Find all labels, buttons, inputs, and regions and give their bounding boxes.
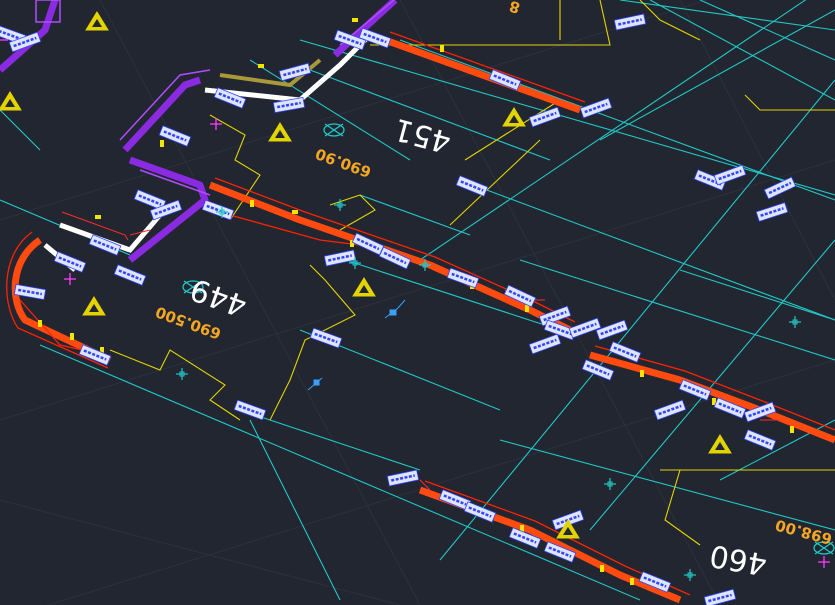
clipped-elevation-label: 8 (507, 0, 522, 17)
lot-label-449: 449 690.500 (153, 271, 252, 343)
cad-drawing-canvas[interactable]: 451 690.90 449 690.500 460 698.00 8 (0, 0, 835, 605)
blue-arrow-symbols (307, 299, 406, 391)
lot-centroid-markers (182, 123, 835, 555)
wall-post-marks (38, 18, 794, 585)
lot-elevation: 698.00 (773, 516, 834, 548)
lot-elevation: 690.90 (313, 144, 374, 181)
lot-number: 460 (707, 537, 769, 581)
orange-curb-outline (6, 31, 835, 596)
lot-number: 449 (186, 271, 252, 323)
lot-number: 451 (390, 111, 454, 160)
lot-label-451: 451 690.90 (313, 111, 455, 181)
lot-label-460: 460 698.00 (707, 516, 834, 582)
background-grid (0, 0, 835, 605)
